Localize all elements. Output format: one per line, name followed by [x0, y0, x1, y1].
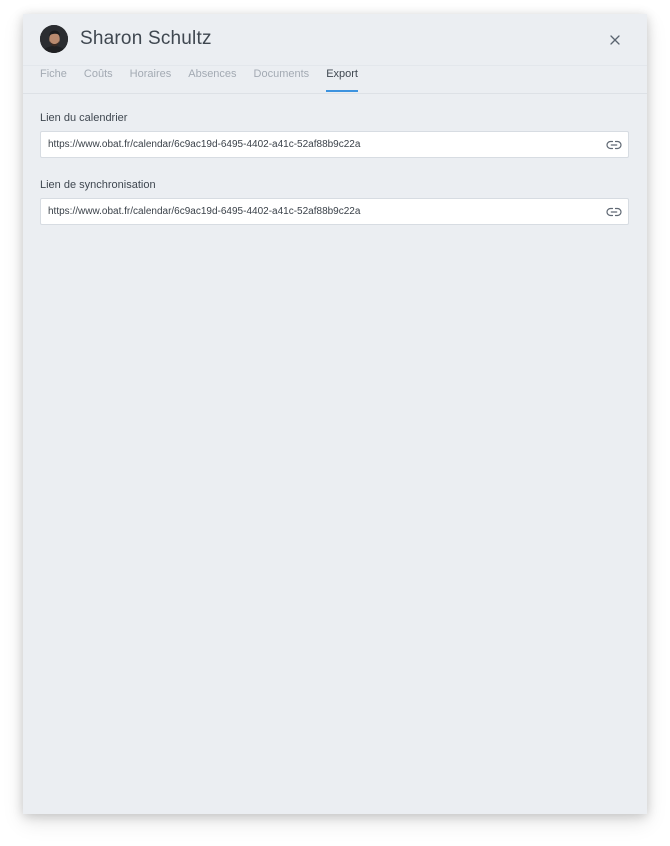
- modal-header: Sharon Schultz: [23, 14, 647, 66]
- tab-label: Horaires: [129, 68, 172, 80]
- avatar-photo-icon: [40, 25, 68, 53]
- tab-label: Export: [326, 68, 358, 80]
- tab-couts[interactable]: Coûts: [84, 66, 113, 93]
- tab-absences[interactable]: Absences: [188, 66, 236, 93]
- tab-label: Fiche: [40, 68, 67, 80]
- tab-label: Documents: [253, 68, 310, 80]
- avatar: [40, 25, 68, 53]
- tab-horaires[interactable]: Horaires: [130, 66, 172, 93]
- tab-fiche[interactable]: Fiche: [40, 66, 67, 93]
- tab-documents[interactable]: Documents: [254, 66, 310, 93]
- calendar-link-input[interactable]: [48, 132, 603, 157]
- tab-export[interactable]: Export: [326, 66, 358, 93]
- tab-label: Absences: [188, 68, 237, 80]
- calendar-link-label: Lien du calendrier: [40, 112, 128, 124]
- page-title: Sharon Schultz: [80, 28, 212, 49]
- close-icon[interactable]: [607, 32, 623, 48]
- link-icon[interactable]: [606, 138, 622, 152]
- employee-modal: Sharon Schultz Fiche Coûts Horaires Abse…: [23, 14, 647, 814]
- calendar-link-field: [40, 131, 629, 158]
- sync-link-label: Lien de synchronisation: [40, 179, 156, 191]
- link-icon[interactable]: [606, 205, 622, 219]
- tabs-divider: [23, 93, 647, 94]
- tab-bar: Fiche Coûts Horaires Absences Documents …: [40, 66, 375, 93]
- close-button[interactable]: [607, 32, 623, 48]
- sync-link-input[interactable]: [48, 199, 603, 224]
- sync-link-field: [40, 198, 629, 225]
- active-tab-indicator: [326, 90, 358, 92]
- tab-label: Coûts: [83, 68, 113, 80]
